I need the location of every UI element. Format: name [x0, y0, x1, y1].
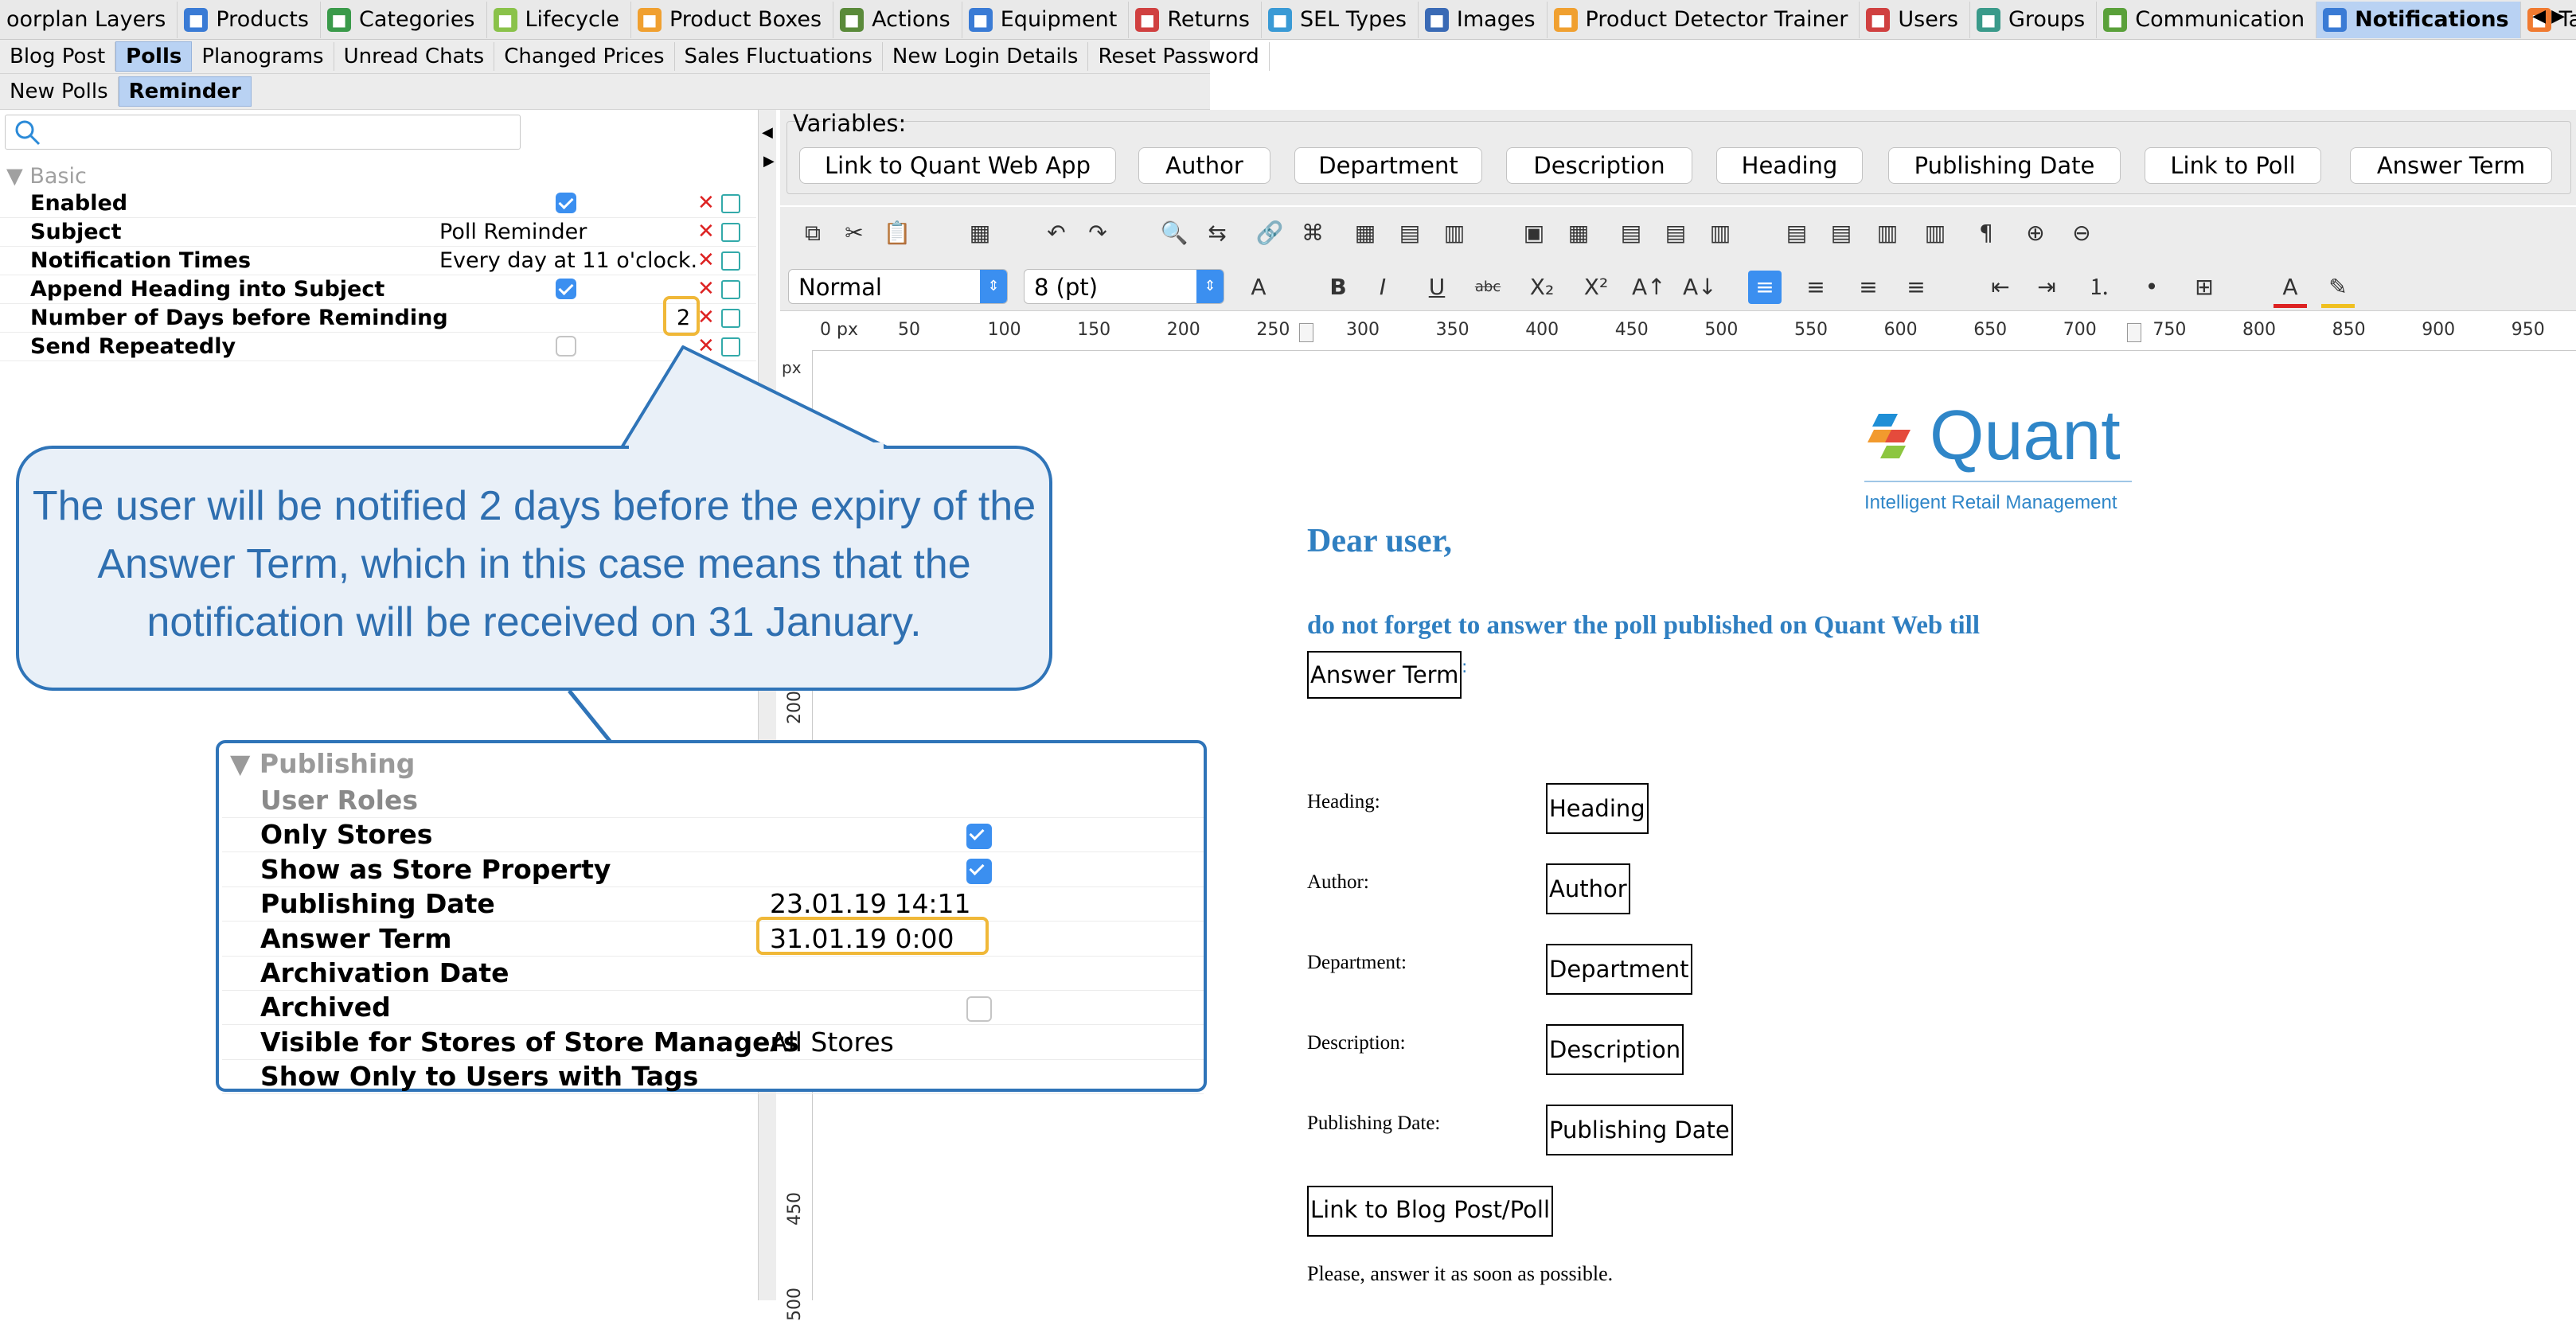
publishing-label: Show Only to Users with Tags	[260, 1061, 699, 1093]
callout-text: The user will be notified 2 days before …	[32, 483, 1036, 645]
publishing-row[interactable]: Publishing Date 23.01.19 14:11	[222, 887, 1204, 922]
publishing-label: Publishing Date	[260, 888, 495, 920]
publishing-checkbox[interactable]	[966, 858, 992, 884]
publishing-checkbox[interactable]	[966, 996, 992, 1023]
answer-term-highlight	[756, 917, 989, 955]
publishing-label: Answer Term	[260, 922, 452, 954]
publishing-label: Visible for Stores of Store Managers	[260, 1026, 799, 1058]
publishing-label: Archivation Date	[260, 957, 509, 988]
publishing-label: Show as Store Property	[260, 853, 611, 885]
publishing-row[interactable]: Show as Store Property	[222, 852, 1204, 887]
publishing-label: Archived	[260, 992, 391, 1023]
collapse-triangle-icon: ▼	[230, 748, 251, 779]
publishing-value[interactable]: 23.01.19 14:11	[770, 887, 971, 921]
publishing-row[interactable]: Only Stores	[222, 817, 1204, 853]
callout-joint	[629, 442, 884, 452]
publishing-row[interactable]: Visible for Stores of Store Managers All …	[222, 1025, 1204, 1060]
publishing-section-header[interactable]: ▼ Publishing	[230, 748, 415, 779]
publishing-label: Only Stores	[260, 819, 433, 851]
publishing-section-title: Publishing	[259, 748, 416, 779]
publishing-checkbox[interactable]	[966, 824, 992, 850]
publishing-row[interactable]: Archivation Date	[222, 956, 1204, 991]
publishing-panel: ▼ Publishing User Roles Only Stores Show a…	[216, 740, 1207, 1095]
publishing-row[interactable]: Answer Term 31.01.19 0:00	[222, 922, 1204, 957]
publishing-row[interactable]: Archived	[222, 990, 1204, 1026]
publishing-value[interactable]: All Stores	[770, 1025, 894, 1059]
publishing-label: User Roles	[260, 785, 418, 816]
publishing-row[interactable]: User Roles	[222, 783, 1204, 818]
publishing-row[interactable]: Show Only to Users with Tags	[222, 1059, 1204, 1095]
